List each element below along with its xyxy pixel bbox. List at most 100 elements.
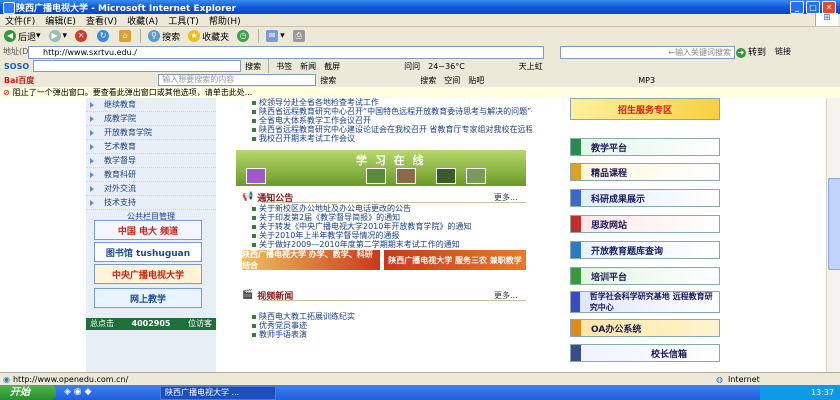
- video-item[interactable]: 优秀党员事迹: [252, 321, 532, 330]
- right-link-research-base[interactable]: 哲学社会科学研究基地 远程教育研究中心: [570, 291, 720, 313]
- address-bar: 地址(D) http://www.sxrtvu.edu./ ←输入关键词搜索 ➜…: [0, 45, 840, 60]
- visitor-count: 4002905: [131, 319, 171, 328]
- baidu-space[interactable]: 空间: [444, 75, 460, 86]
- toolbar-divider: [258, 29, 260, 43]
- banner-online-teaching[interactable]: 网上教学: [94, 288, 202, 308]
- soso-tianshanghong[interactable]: 天上虹: [519, 61, 543, 72]
- right-link-president-mailbox[interactable]: 校长信箱: [570, 344, 720, 362]
- center-column: 校领导分赴全省各地检查考试工作 陕西省远程教育研究中心召开“中国特色远程开放教育…: [232, 98, 532, 372]
- search-button[interactable]: ⚲ 搜索: [144, 30, 184, 43]
- nav-item-continuing-education[interactable]: 继续教育: [86, 98, 216, 112]
- enrollment-banner[interactable]: 招生服务专区: [570, 98, 720, 120]
- news-item[interactable]: 陕西省远程教育研究中心建设论证会在我校召开 省教育厅专家组对我校在远程教育研究方…: [252, 125, 532, 134]
- taskbar: 开始 ◈ ◉ ◆ 陕西广播电视大学 ... 13:37: [0, 385, 840, 400]
- visitor-stats: 总点击 4002905 位访客: [86, 318, 216, 330]
- nav-item-open-education[interactable]: 开放教育学院: [86, 126, 216, 140]
- baidu-toolbar: Bai百度 输入想要搜索的内容 搜索 搜索 空间 贴吧 MP3: [0, 73, 840, 88]
- menu-tools[interactable]: 工具(T): [163, 14, 204, 27]
- baidu-search-2[interactable]: 搜索: [420, 75, 436, 86]
- arrow-icon: [90, 199, 94, 206]
- video-item[interactable]: 陕西电大教工拓展训练纪实: [252, 312, 532, 321]
- soso-screenshot[interactable]: 截屏: [324, 61, 340, 72]
- right-column: 招生服务专区 教学平台 精品课程 科研成果展示 思政网站 开放教育题库查询 培训…: [570, 98, 720, 372]
- links-label[interactable]: 链接: [775, 46, 791, 57]
- learning-online-banner[interactable]: 学 习 在 线: [236, 150, 526, 186]
- history-button[interactable]: ◷: [233, 30, 255, 42]
- baidu-search-input[interactable]: 输入想要搜索的内容: [158, 74, 317, 86]
- news-item[interactable]: 全省电大体系教学工作会议召开: [252, 116, 532, 125]
- notice-item[interactable]: 关于2010年上半年教学督导情况的通报: [252, 231, 532, 240]
- soso-search-button[interactable]: 搜索: [245, 61, 261, 72]
- favorites-button[interactable]: ★ 收藏夹: [184, 30, 233, 43]
- scrollbar-thumb[interactable]: [828, 178, 840, 270]
- notice-item[interactable]: 关于做好2009—2010年度第二学期期末考试工作的通知: [252, 240, 532, 249]
- soso-wenwen[interactable]: 问问: [404, 61, 420, 72]
- soso-search-input[interactable]: [33, 60, 242, 72]
- back-button[interactable]: ◀ 后退 ▾: [0, 30, 45, 43]
- taskbar-ie-window[interactable]: 陕西广播电视大学 ...: [160, 386, 276, 400]
- video-item[interactable]: 教师手语表演: [252, 330, 532, 339]
- thumbnail-image: [436, 168, 456, 184]
- warning-icon: ⊘: [3, 88, 10, 97]
- go-button[interactable]: ➜ 转到: [736, 45, 766, 58]
- ad-banner-2[interactable]: 陕西广播电视大学 服务三农 兼职教学: [384, 250, 526, 270]
- address-input[interactable]: http://www.sxrtvu.edu./: [28, 46, 544, 59]
- stop-icon: ✕: [75, 30, 88, 42]
- system-tray: 13:37: [760, 385, 840, 400]
- print-icon: ⎙: [292, 30, 305, 42]
- nav-item-research[interactable]: 教育科研: [86, 168, 216, 182]
- soso-bookmark[interactable]: 书签: [276, 61, 292, 72]
- nav-item-tech-support[interactable]: 技术支持: [86, 196, 216, 210]
- notice-item[interactable]: 关于印发第2届《教学督导简报》的通知: [252, 213, 532, 222]
- nav-item-external-exchange[interactable]: 对外交流: [86, 182, 216, 196]
- nav-item-arts-education[interactable]: 艺术教育: [86, 140, 216, 154]
- banner-library[interactable]: 图书馆 tushuguan: [94, 242, 202, 262]
- menu-favorites[interactable]: 收藏(A): [122, 14, 163, 27]
- video-camera-icon: 🎬: [242, 290, 254, 300]
- print-button[interactable]: ⎙: [289, 30, 311, 42]
- stop-button[interactable]: ✕: [71, 30, 93, 42]
- quicklaunch-icon[interactable]: ◈ ◉ ◆: [64, 387, 91, 397]
- refresh-button[interactable]: ↻: [93, 30, 115, 42]
- right-link-teaching-platform[interactable]: 教学平台: [570, 138, 720, 156]
- baidu-mp3[interactable]: MP3: [638, 76, 655, 85]
- right-link-question-bank[interactable]: 开放教育题库查询: [570, 241, 720, 259]
- notice-item[interactable]: 关于新校区办公地址及办公电话更改的公告: [252, 204, 532, 213]
- right-link-oa[interactable]: OA办公系统: [570, 319, 720, 337]
- notice-item[interactable]: 关于转发《中央广播电视大学2010年开放教育学院》的通知: [252, 222, 532, 231]
- go-arrow-icon: ➜: [736, 48, 746, 58]
- banner-central-tvu[interactable]: 中央广播电视大学: [94, 264, 202, 284]
- banner-china-tvu[interactable]: 中国 电大 频道: [94, 220, 202, 240]
- right-link-quality-courses[interactable]: 精品课程: [570, 163, 720, 181]
- mail-icon: ✉: [266, 30, 279, 42]
- baidu-search-button[interactable]: 搜索: [320, 75, 336, 86]
- ad-banner-1[interactable]: 陕西广播电视大学 办学、教学、科研结合: [242, 250, 380, 270]
- address-search-input[interactable]: ←输入关键词搜索: [560, 46, 735, 59]
- forward-button[interactable]: ▶ ▾: [45, 30, 72, 42]
- window-title-bar: 陕西广播电视大学 - Microsoft Internet Explorer _…: [0, 0, 840, 14]
- right-link-training[interactable]: 培训平台: [570, 267, 720, 285]
- notice-list: 关于新校区办公地址及办公电话更改的公告 关于印发第2届《教学督导简报》的通知 关…: [252, 204, 532, 249]
- menu-view[interactable]: 查看(V): [81, 14, 122, 27]
- soso-news[interactable]: 新闻: [300, 61, 316, 72]
- vertical-scrollbar[interactable]: [826, 98, 840, 372]
- baidu-tieba[interactable]: 贴吧: [468, 75, 484, 86]
- right-link-research[interactable]: 科研成果展示: [570, 189, 720, 207]
- menu-edit[interactable]: 编辑(E): [40, 14, 81, 27]
- mail-button[interactable]: ✉ ▾: [262, 30, 289, 42]
- minimize-button[interactable]: _: [790, 1, 804, 14]
- menu-help[interactable]: 帮助(H): [204, 14, 246, 27]
- nav-item-teaching-supervision[interactable]: 教学督导: [86, 154, 216, 168]
- news-item[interactable]: 校领导分赴全省各地检查考试工作: [252, 98, 532, 107]
- start-button[interactable]: 开始: [0, 385, 56, 400]
- arrow-icon: [90, 129, 94, 136]
- home-button[interactable]: ⌂: [115, 30, 137, 42]
- menu-file[interactable]: 文件(F): [0, 14, 40, 27]
- video-list: 陕西电大教工拓展训练纪实 优秀党员事迹 教师手语表演: [252, 312, 532, 339]
- arrow-icon: [90, 157, 94, 164]
- news-item[interactable]: 陕西省远程教育研究中心召开“中国特色远程开放教育委诗思考与解决的问题”研讨会: [252, 107, 532, 116]
- right-link-political[interactable]: 思政网站: [570, 215, 720, 233]
- megaphone-icon: 📢: [242, 192, 254, 202]
- nav-item-adult-education[interactable]: 成教学院: [86, 112, 216, 126]
- news-item[interactable]: 我校召开期末考试工作会议: [252, 134, 532, 143]
